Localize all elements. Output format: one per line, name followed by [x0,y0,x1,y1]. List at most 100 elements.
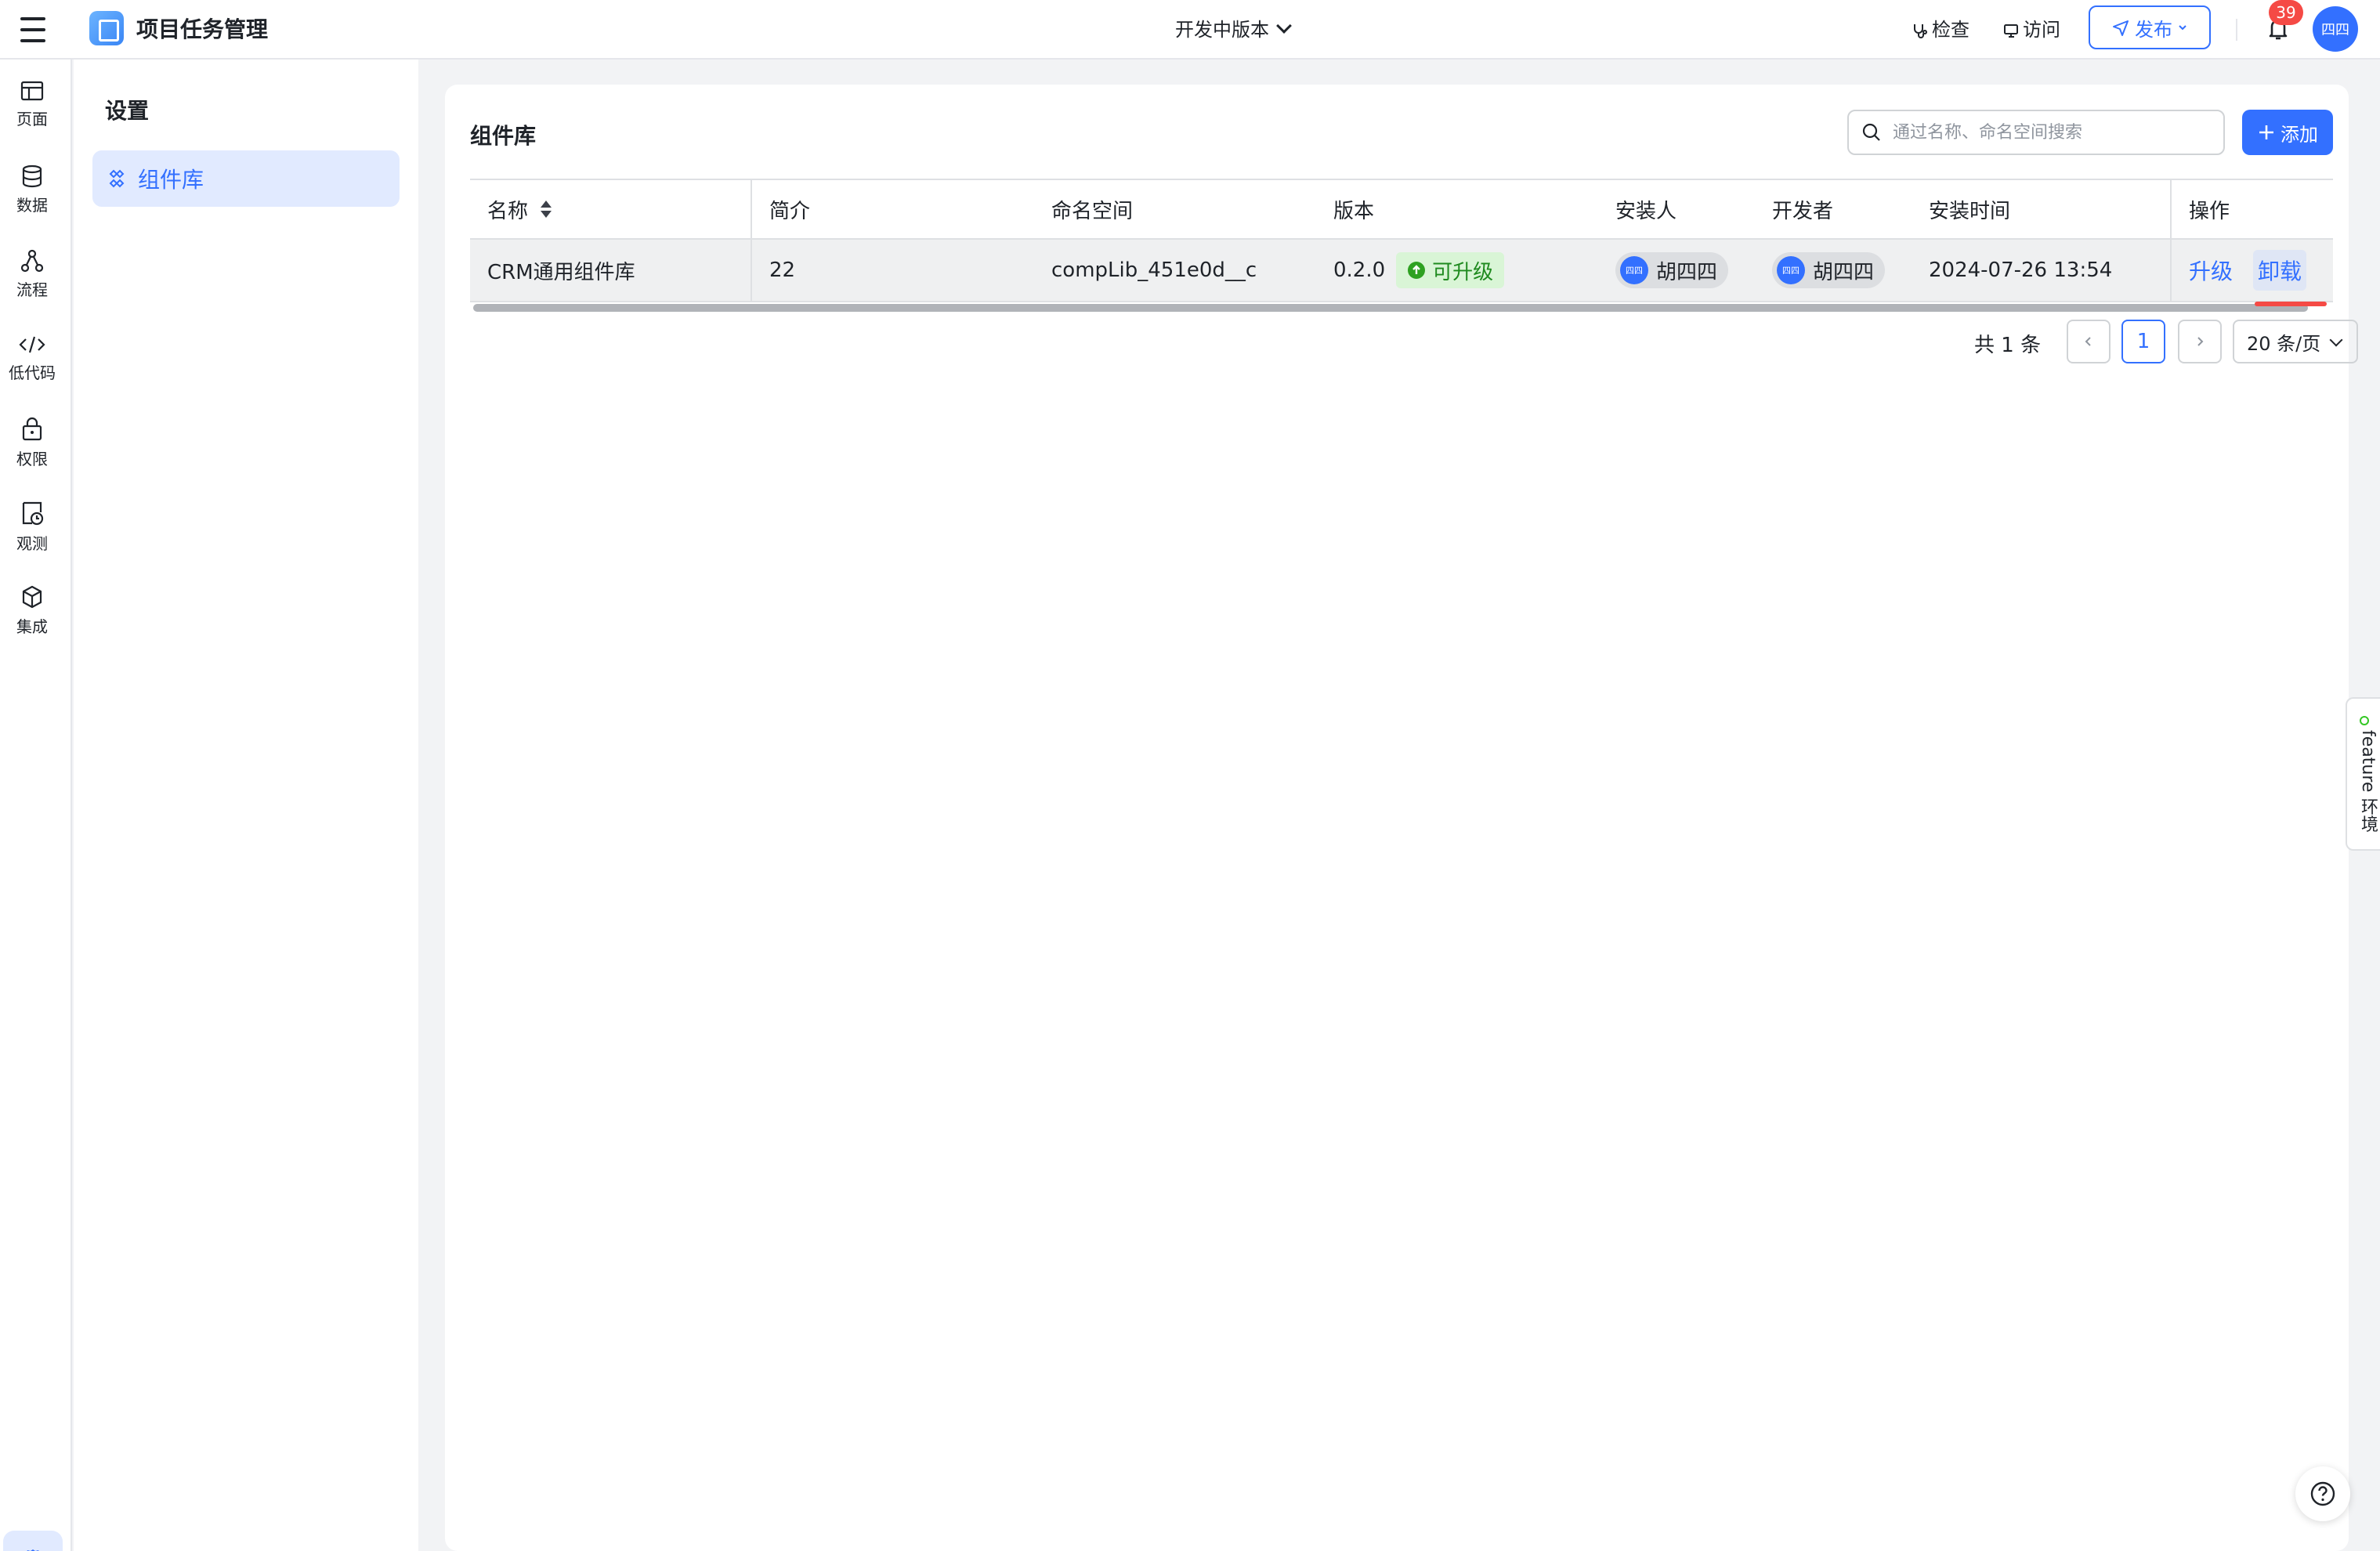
cube-icon [22,585,42,609]
menu-icon[interactable] [17,16,49,44]
avatar: 四四 [1777,256,1805,284]
component-icon [109,169,125,188]
rail-label: 权限 [16,450,48,468]
publish-button[interactable]: 发布 [2089,5,2211,49]
gear-icon [27,1549,39,1551]
stethoscope-icon [1914,24,1927,38]
flow-icon [20,249,44,273]
settings-item-label: 组件库 [138,167,204,193]
rail-label: 低代码 [9,363,56,382]
rail-item-data[interactable]: 数据 [0,164,64,215]
status-dot [2360,716,2369,725]
search-input[interactable] [1893,122,2206,143]
add-button[interactable]: 添加 [2242,110,2333,155]
rail-label: 集成 [16,617,48,636]
column-header-install-time: 安装时间 [1929,199,2011,223]
column-header-name[interactable]: 名称 [470,180,553,238]
rail-item-page[interactable]: 页面 [0,80,64,129]
installer-chip[interactable]: 四四 胡四四 [1615,252,1729,288]
version-select[interactable]: 开发中版本 [1175,14,1292,42]
publish-label: 发布 [2135,18,2172,41]
next-page-button[interactable] [2178,320,2222,363]
cell-version: 0.2.0 可升级 [1316,240,1505,301]
developer-chip[interactable]: 四四 胡四四 [1772,252,1886,288]
cell-name: CRM通用组件库 [487,260,635,284]
highlight-underline [2255,302,2327,306]
main-area: 组件库 添加 名称 简介 命名空间 版本 安装人 开发者 安装时间 [418,60,2380,1551]
column-header-label: 名称 [487,199,529,223]
settings-item-component-library[interactable]: 组件库 [92,150,400,207]
inspect-label: 检查 [1932,19,1969,41]
rail-label: 流程 [16,280,48,299]
chevron-down-icon [1276,18,1292,34]
help-button[interactable] [2295,1466,2350,1521]
column-header-installer: 安装人 [1615,199,1677,223]
column-header-actions: 操作 [2189,199,2230,223]
rail-label: 观测 [16,534,48,553]
sort-icon[interactable] [539,199,553,219]
cell-developer: 四四 胡四四 [1755,240,1886,301]
chevron-down-icon [2329,333,2343,347]
rail-item-observe[interactable]: 观测 [0,500,64,554]
rail-item-lowcode[interactable]: 低代码 [0,334,64,383]
add-label: 添加 [2281,123,2318,146]
chevron-left-icon [2085,337,2091,346]
prev-page-button[interactable] [2067,320,2111,363]
column-header-intro: 简介 [769,199,811,223]
plus-icon [2259,125,2273,139]
app-logo [89,11,124,45]
table-row: CRM通用组件库 22 compLib_451e0d__c 0.2.0 可升级 … [470,240,2333,302]
rail-item-flow[interactable]: 流程 [0,249,64,300]
visit-button[interactable]: 访问 [2002,14,2060,42]
settings-button[interactable] [3,1531,63,1551]
column-header-namespace: 命名空间 [1051,199,1134,223]
observe-icon [22,501,44,526]
database-icon [22,164,42,188]
page-button-current[interactable]: 1 [2121,320,2165,363]
settings-sidebar: 设置 组件库 [74,60,418,1551]
version-label: 开发中版本 [1175,19,1269,41]
arrow-up-circle-icon [1408,262,1426,279]
send-icon [2113,20,2129,36]
page-icon [20,81,44,101]
visit-label: 访问 [2023,19,2060,41]
installer-name: 胡四四 [1656,260,1718,284]
page-size-select[interactable]: 20 条/页 [2233,320,2358,363]
page-size-label: 20 条/页 [2247,332,2321,355]
notification-badge: 39 [2269,0,2303,25]
cell-actions: 升级 卸载 [2172,240,2307,301]
component-table: 名称 简介 命名空间 版本 安装人 开发者 安装时间 操作 CRM通用组件库 2… [470,179,2333,313]
feature-env-label: feature 环境 [2358,730,2378,833]
rail-item-integration[interactable]: 集成 [0,584,64,637]
settings-title: 设置 [105,98,150,124]
cell-namespace: compLib_451e0d__c [1051,258,1257,282]
horizontal-scrollbar[interactable] [470,302,2333,313]
version-text: 0.2.0 [1333,258,1386,282]
uninstall-button[interactable]: 卸载 [2253,250,2307,291]
column-header-developer: 开发者 [1772,199,1834,223]
left-nav-rail: 页面 数据 流程 低代码 权限 观测 集成 [0,60,72,1551]
question-icon [2310,1481,2335,1506]
feature-env-tab[interactable]: feature 环境 [2346,697,2380,851]
upgradable-label: 可升级 [1432,260,1494,284]
upgradable-tag: 可升级 [1396,252,1505,288]
inspect-button[interactable]: 检查 [1912,14,1969,42]
chevron-right-icon [2197,337,2204,346]
upgrade-button[interactable]: 升级 [2189,255,2233,286]
rail-item-permission[interactable]: 权限 [0,417,64,469]
avatar: 四四 [1620,256,1648,284]
divider [2236,19,2237,41]
column-header-version: 版本 [1333,199,1375,223]
rail-label: 数据 [16,196,48,215]
code-icon [19,336,45,353]
monitor-icon [2004,24,2018,38]
rail-label: 页面 [16,110,48,128]
scrollbar-thumb[interactable] [473,304,2308,312]
table-header: 名称 简介 命名空间 版本 安装人 开发者 安装时间 操作 [470,179,2333,240]
user-avatar[interactable]: 四四 [2313,6,2358,52]
page-title: 组件库 [470,123,537,149]
lock-icon [22,417,42,441]
search-field[interactable] [1847,110,2225,155]
pagination-total: 共 1 条 [1974,334,2042,357]
component-library-card: 组件库 添加 名称 简介 命名空间 版本 安装人 开发者 安装时间 [445,85,2358,1551]
